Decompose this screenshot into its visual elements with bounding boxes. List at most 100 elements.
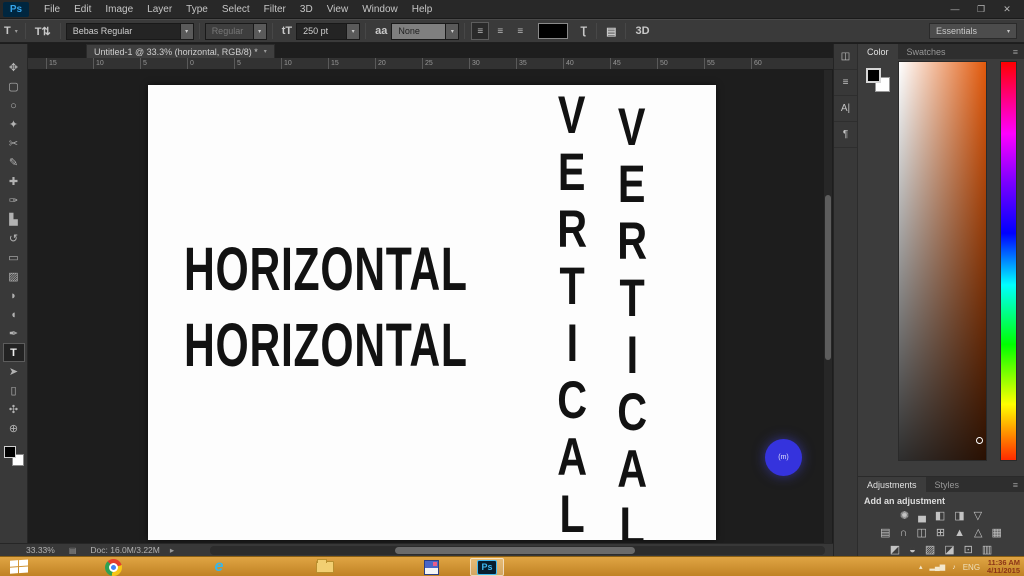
menu-3d[interactable]: 3D: [293, 0, 320, 19]
blur-tool[interactable]: ◗: [3, 286, 25, 305]
menu-select[interactable]: Select: [215, 0, 257, 19]
taskbar-internet-explorer[interactable]: e: [202, 558, 236, 576]
horizontal-scrollbar-thumb[interactable]: [395, 547, 635, 554]
chevron-down-icon[interactable]: ▾: [253, 24, 266, 39]
align-right-button[interactable]: ≡: [511, 22, 529, 40]
restore-button[interactable]: ❐: [968, 2, 994, 17]
chevron-down-icon[interactable]: ▾: [180, 24, 193, 39]
vertical-scrollbar-thumb[interactable]: [825, 195, 831, 360]
tab-swatches[interactable]: Swatches: [898, 44, 955, 59]
font-family-select[interactable]: Bebas Regular ▾: [66, 23, 194, 40]
close-button[interactable]: ✕: [994, 2, 1020, 17]
taskbar-file-explorer[interactable]: [308, 558, 342, 576]
horizontal-scrollbar[interactable]: [210, 546, 825, 555]
foreground-color-swatch[interactable]: [866, 68, 881, 83]
menu-layer[interactable]: Layer: [140, 0, 179, 19]
color-picker-marker[interactable]: [976, 437, 983, 444]
volume-icon[interactable]: ♪: [952, 564, 956, 571]
vertical-scrollbar[interactable]: [824, 70, 832, 543]
menu-help[interactable]: Help: [405, 0, 440, 19]
pen-tool[interactable]: ✒: [3, 324, 25, 343]
clone-stamp-tool[interactable]: ▙: [3, 210, 25, 229]
hand-tool[interactable]: ✣: [3, 400, 25, 419]
panel-menu-icon[interactable]: ≡: [1007, 44, 1024, 59]
quick-selection-tool[interactable]: ✦: [3, 115, 25, 134]
lasso-tool[interactable]: ○: [3, 96, 25, 115]
start-button[interactable]: [10, 559, 30, 574]
history-brush-tool[interactable]: ↺: [3, 229, 25, 248]
hue-saturation-icon[interactable]: ▤: [880, 526, 890, 541]
taskbar-photoshop-active[interactable]: Ps: [470, 558, 504, 576]
tab-styles[interactable]: Styles: [926, 477, 969, 492]
rectangular-marquee-tool[interactable]: ▢: [3, 77, 25, 96]
eraser-tool[interactable]: ▭: [3, 248, 25, 267]
color-panel-swatches[interactable]: [864, 66, 892, 94]
black-white-icon[interactable]: ◫: [916, 526, 926, 541]
saturation-brightness-field[interactable]: [898, 61, 987, 461]
brush-tool[interactable]: ✑: [3, 191, 25, 210]
text-color-swatch[interactable]: [538, 23, 568, 39]
menu-edit[interactable]: Edit: [67, 0, 98, 19]
taskbar-chrome[interactable]: [96, 558, 130, 576]
move-tool[interactable]: ✥: [3, 58, 25, 77]
tab-color[interactable]: Color: [858, 44, 898, 59]
clock[interactable]: 11:36 AM 4/11/2015: [987, 559, 1020, 575]
chevron-down-icon[interactable]: ▾: [346, 24, 359, 39]
dodge-tool[interactable]: ◖: [3, 305, 25, 324]
3d-icon[interactable]: 3D: [631, 25, 653, 37]
anti-alias-select[interactable]: None ▾: [391, 23, 459, 40]
document-canvas[interactable]: HORIZONTAL HORIZONTAL V E R T I C A L V …: [148, 85, 716, 540]
menu-view[interactable]: View: [320, 0, 356, 19]
history-panel-icon[interactable]: ◫: [834, 44, 857, 70]
tab-adjustments[interactable]: Adjustments: [858, 477, 926, 492]
chevron-down-icon[interactable]: ▾: [264, 48, 267, 55]
font-style-select[interactable]: Regular ▾: [205, 23, 267, 40]
workspace-switcher[interactable]: Essentials ▾: [929, 23, 1017, 39]
foreground-background-swatches[interactable]: [4, 446, 24, 466]
vertical-text-layer-1[interactable]: V E R T I C A L: [546, 87, 598, 540]
properties-panel-icon[interactable]: ≡: [834, 70, 857, 96]
tool-preset-caret-icon[interactable]: ▾: [15, 28, 20, 35]
posterize-icon[interactable]: ▦: [991, 526, 1001, 541]
gradient-tool[interactable]: ▨: [3, 267, 25, 286]
channel-mixer-icon[interactable]: ▲: [954, 526, 965, 541]
chevron-down-icon[interactable]: ▾: [445, 24, 458, 39]
crop-tool[interactable]: ✂: [3, 134, 25, 153]
taskbar-media-app[interactable]: [414, 558, 448, 576]
menu-window[interactable]: Window: [355, 0, 405, 19]
foreground-color-swatch[interactable]: [4, 446, 16, 458]
zoom-tool[interactable]: ⊕: [3, 419, 25, 438]
color-balance-icon[interactable]: ∩: [900, 526, 908, 541]
photo-filter-icon[interactable]: ⊞: [936, 526, 945, 541]
panel-menu-icon[interactable]: ≡: [1007, 477, 1024, 492]
align-center-button[interactable]: ≡: [491, 22, 509, 40]
character-panel-icon[interactable]: A|: [834, 96, 857, 122]
curves-icon[interactable]: ◧: [935, 509, 945, 524]
menu-image[interactable]: Image: [98, 0, 140, 19]
path-selection-tool[interactable]: ➤: [3, 362, 25, 381]
menu-file[interactable]: File: [37, 0, 67, 19]
document-tab[interactable]: Untitled-1 @ 33.3% (horizontal, RGB/8) *…: [86, 44, 275, 58]
toggle-panels-icon[interactable]: ▤: [602, 25, 620, 38]
minimize-button[interactable]: —: [942, 2, 968, 17]
horizontal-text-layer[interactable]: HORIZONTAL HORIZONTAL: [184, 231, 468, 383]
zoom-level[interactable]: 33.33%: [26, 545, 55, 555]
menu-type[interactable]: Type: [179, 0, 215, 19]
color-lookup-icon[interactable]: △: [974, 526, 982, 541]
text-orientation-icon[interactable]: T⇅: [31, 25, 55, 38]
align-left-button[interactable]: ≡: [471, 22, 489, 40]
vertical-text-layer-2[interactable]: V E R T I C A L: [606, 99, 658, 540]
brightness-contrast-icon[interactable]: ✺: [900, 509, 909, 524]
eyedropper-tool[interactable]: ✎: [3, 153, 25, 172]
language-indicator[interactable]: ENG: [963, 563, 980, 572]
levels-icon[interactable]: ▄: [918, 509, 926, 524]
rectangle-tool[interactable]: ▯: [3, 381, 25, 400]
hue-slider[interactable]: [1000, 61, 1017, 461]
vibrance-icon[interactable]: ▽: [974, 509, 982, 524]
paragraph-panel-icon[interactable]: ¶: [834, 122, 857, 148]
horizontal-type-tool[interactable]: T: [3, 343, 25, 362]
show-hidden-icons-icon[interactable]: ▴: [919, 563, 923, 571]
menu-filter[interactable]: Filter: [257, 0, 293, 19]
status-expand-icon[interactable]: ▸: [170, 545, 174, 556]
warp-text-icon[interactable]: Ʈ: [576, 25, 591, 37]
